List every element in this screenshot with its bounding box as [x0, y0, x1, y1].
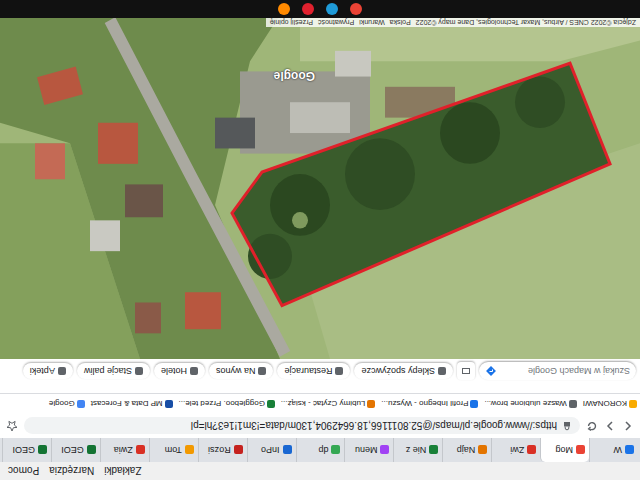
category-icon: [190, 367, 198, 375]
favicon-icon: [478, 446, 487, 455]
search-box[interactable]: Szukaj w Mapach Google: [479, 362, 636, 380]
favicon-icon: [234, 446, 243, 455]
favicon-icon: [283, 446, 292, 455]
bookmark-icon: [569, 400, 577, 408]
reload-icon[interactable]: [586, 420, 598, 432]
tab[interactable]: GEOI: [2, 438, 51, 462]
star-icon[interactable]: [6, 420, 18, 432]
category-chip[interactable]: Stacje paliw: [77, 363, 150, 379]
app-icon[interactable]: [278, 3, 290, 15]
category-icon: [438, 367, 446, 375]
tab[interactable]: dp: [296, 438, 345, 462]
attribution-link[interactable]: Warunki: [359, 19, 384, 26]
tab[interactable]: Zwia: [100, 438, 149, 462]
map-image: [0, 18, 640, 359]
toolbar: https://www.google.pl/maps/@52.8011166,1…: [0, 414, 640, 438]
app-icon[interactable]: [302, 3, 314, 15]
attribution-link[interactable]: Prywatność: [318, 19, 354, 26]
tab[interactable]: Zwi: [491, 438, 540, 462]
bookmark[interactable]: Goggleboo. Przed tele...: [177, 400, 277, 409]
bookmark-icon: [267, 400, 275, 408]
forward-icon[interactable]: [604, 420, 616, 432]
tab[interactable]: Rozsi: [198, 438, 247, 462]
favicon-icon: [136, 446, 145, 455]
directions-icon[interactable]: [485, 365, 497, 377]
tab[interactable]: Najp: [442, 438, 491, 462]
map-watermark: Google: [274, 69, 315, 83]
favicon-icon: [576, 446, 585, 455]
map-header: Szukaj w Mapach Google Sklepy spożywcze …: [0, 359, 640, 383]
tab[interactable]: Nie z: [393, 438, 442, 462]
bookmark[interactable]: Lubimy Czytać - książ...: [279, 400, 377, 409]
favicon-icon: [331, 446, 340, 455]
menu-item[interactable]: Zakładki: [104, 466, 141, 477]
app-icon[interactable]: [326, 3, 338, 15]
bookmark-icon: [165, 400, 173, 408]
app-icon[interactable]: [350, 3, 362, 15]
category-chip[interactable]: Sklepy spożywcze: [354, 363, 453, 379]
back-icon[interactable]: [622, 420, 634, 432]
category-icon: [58, 367, 66, 375]
taskbar: [0, 0, 640, 18]
tab[interactable]: InPo: [247, 438, 296, 462]
category-icon: [258, 367, 266, 375]
tab-bar: W Mog Zwi Najp Nie z Menu dp InPo Rozsi …: [0, 438, 640, 462]
bookmark-icon: [470, 400, 478, 408]
menu-item[interactable]: Narzędzia: [49, 466, 94, 477]
category-chip[interactable]: Restauracje: [277, 363, 350, 379]
bookmark[interactable]: KORONAWI: [581, 400, 639, 409]
favicon-icon: [527, 446, 536, 455]
map-attribution: Zdjęcia ©2022 CNES / Airbus, Maxar Techn…: [266, 18, 640, 27]
tab[interactable]: GEOI: [51, 438, 100, 462]
favicon-icon: [429, 446, 438, 455]
url-field[interactable]: https://www.google.pl/maps/@52.8011166,1…: [24, 418, 580, 435]
attribution-link[interactable]: Prześlij opinię: [270, 19, 313, 26]
tab[interactable]: W: [589, 438, 638, 462]
menu-item[interactable]: Pomoc: [8, 466, 39, 477]
favicon-icon: [38, 446, 47, 455]
favicon-icon: [87, 446, 96, 455]
category-chip[interactable]: Na wynos: [209, 363, 274, 379]
lock-icon: [562, 421, 572, 431]
tab[interactable]: Tom: [149, 438, 198, 462]
category-chip[interactable]: Apteki: [23, 363, 73, 379]
category-chip[interactable]: Hotele: [154, 363, 205, 379]
layers-button[interactable]: [457, 362, 475, 380]
attribution-link[interactable]: Polska: [390, 19, 411, 26]
bookmark-icon: [367, 400, 375, 408]
bookmark-icon: [629, 400, 637, 408]
favicon-icon: [185, 446, 194, 455]
category-icon: [335, 367, 343, 375]
tab[interactable]: Menu: [344, 438, 393, 462]
satellite-map[interactable]: Google Zdjęcia ©2022 CNES / Airbus, Maxa…: [0, 18, 640, 359]
tab[interactable]: Mog: [540, 438, 589, 462]
menu-bar: Zakładki Narzędzia Pomoc: [0, 462, 640, 480]
bookmark-icon: [77, 400, 85, 408]
bookmarks-bar: KORONAWI Wasze ulubione brow... Profil I…: [0, 393, 640, 414]
screen: Zakładki Narzędzia Pomoc W Mog Zwi Najp Ni…: [0, 0, 640, 480]
bookmark[interactable]: MP Data & Forecast: [89, 400, 175, 409]
bookmark[interactable]: Wasze ulubione brow...: [482, 400, 578, 409]
favicon-icon: [380, 446, 389, 455]
bookmark[interactable]: Profil Inbegno - Wyszu...: [379, 400, 480, 409]
favicon-icon: [625, 446, 634, 455]
bookmark[interactable]: Google: [47, 400, 87, 409]
category-icon: [135, 367, 143, 375]
layers-icon: [461, 366, 471, 376]
page-top: [0, 383, 640, 393]
